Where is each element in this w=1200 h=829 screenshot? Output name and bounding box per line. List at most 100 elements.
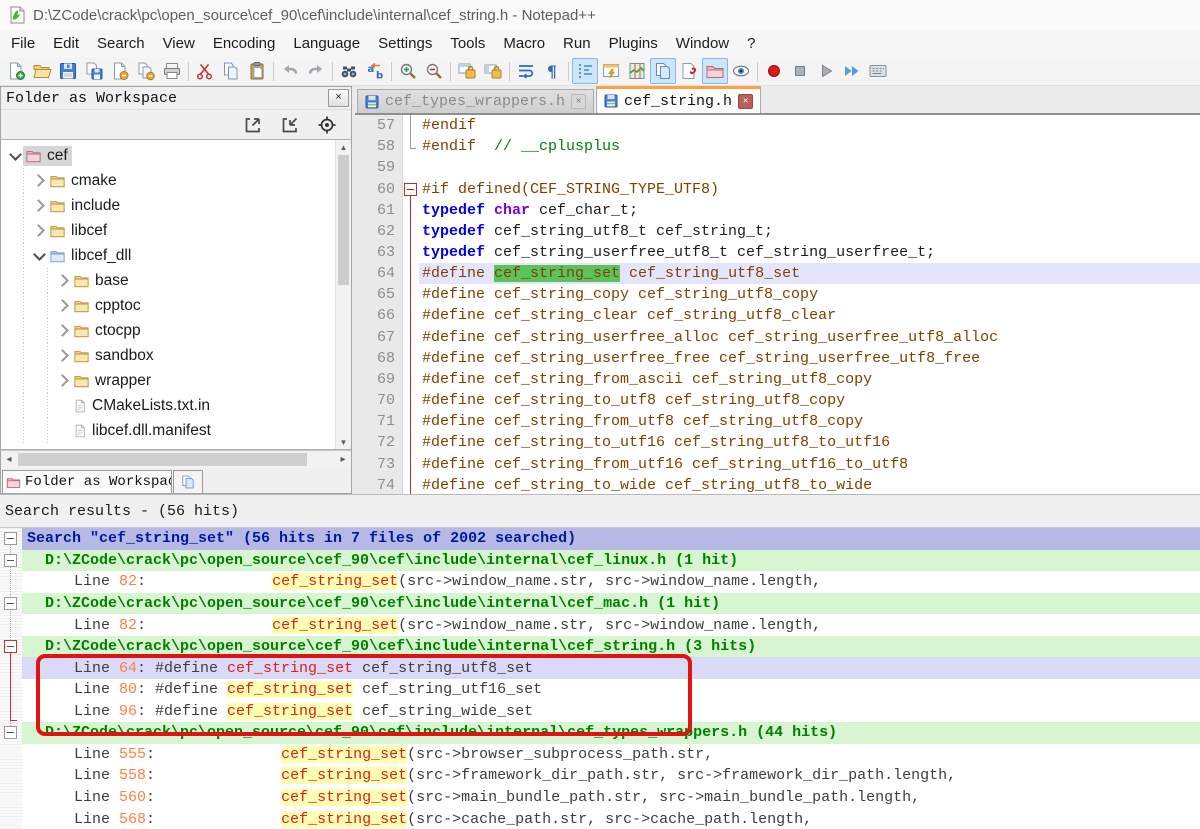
chevron-right-icon[interactable] — [31, 223, 47, 239]
document-switcher-tab[interactable] — [173, 470, 203, 493]
search-hit-row-line-555[interactable]: Line 555: cef_string_set (src->browser_su… — [0, 744, 1200, 766]
code-line-59[interactable]: 59 — [355, 157, 1200, 179]
collapse-all-button[interactable] — [280, 115, 300, 135]
code-line-61[interactable]: 61 typedef char cef_char_t; — [355, 199, 1200, 221]
fold-collapse-icon[interactable] — [4, 726, 17, 740]
run-script-button[interactable] — [676, 58, 702, 84]
tree-item-cmake[interactable]: cmake — [1, 168, 351, 193]
tree-item-cmakelists-txt-in[interactable]: CMakeLists.txt.in — [1, 393, 351, 418]
code-line-72[interactable]: 72 #define cef_string_to_utf16 cef_string… — [355, 432, 1200, 454]
print-button[interactable] — [159, 58, 185, 84]
code-view[interactable]: 57 #endif 58 #endif // __cplusplus 59 60 #if d… — [355, 115, 1200, 494]
tree-item-cpptoc[interactable]: cpptoc — [1, 293, 351, 318]
macro-run-multiple-button[interactable] — [839, 58, 865, 84]
search-hit-row-line-64[interactable]: Line 64: #define cef_string_set cef_stri… — [0, 657, 1200, 679]
show-all-characters-button[interactable]: ¶ — [539, 58, 565, 84]
tree-item-libcef-dll-manifest[interactable]: libcef.dll.manifest — [1, 418, 351, 443]
tree-item-ctocpp[interactable]: ctocpp — [1, 318, 351, 343]
tree-item-libcef[interactable]: libcef — [1, 218, 351, 243]
locate-file-button[interactable] — [317, 115, 337, 135]
chevron-right-icon[interactable] — [31, 198, 47, 214]
tree-horizontal-scrollbar[interactable]: ◂ ▸ — [1, 450, 351, 468]
code-line-64[interactable]: 64 #define cef_string_set cef_string_utf8… — [355, 263, 1200, 285]
menu-item-file[interactable]: File — [2, 32, 44, 55]
tree-item-sandbox[interactable]: sandbox — [1, 343, 351, 368]
scrollbar-thumb[interactable] — [18, 453, 307, 466]
menu-item-window[interactable]: Window — [667, 32, 738, 55]
code-line-74[interactable]: 74 #define cef_string_to_wide cef_string_… — [355, 474, 1200, 494]
close-all-button[interactable] — [133, 58, 159, 84]
code-line-60[interactable]: 60 #if defined(CEF_STRING_TYPE_UTF8) — [355, 178, 1200, 200]
zoom-in-button[interactable] — [395, 58, 421, 84]
tree-item-libcef-dll[interactable]: libcef_dll — [1, 243, 351, 268]
fold-collapse-icon[interactable] — [4, 532, 17, 545]
code-line-73[interactable]: 73 #define cef_string_from_utf16 cef_stri… — [355, 453, 1200, 475]
chevron-right-icon[interactable] — [55, 323, 71, 339]
cut-button[interactable] — [192, 58, 218, 84]
chevron-down-icon[interactable] — [7, 147, 23, 164]
code-line-62[interactable]: 62 typedef cef_string_utf8_t cef_string_t… — [355, 220, 1200, 243]
find-button[interactable] — [336, 58, 362, 84]
redo-button[interactable] — [303, 58, 329, 84]
tree-item-wrapper[interactable]: wrapper — [1, 368, 351, 393]
search-file-row[interactable]: D:\ZCode\crack\pc\open_source\cef_90\cef… — [0, 722, 1200, 744]
tab-close-icon[interactable]: ✕ — [738, 93, 754, 109]
copy-button[interactable] — [218, 58, 244, 84]
fold-collapse-icon[interactable] — [4, 553, 17, 567]
tab-close-icon[interactable]: ✕ — [571, 94, 587, 109]
sync-vertical-button[interactable] — [454, 58, 480, 84]
document-tab-cef-string-h[interactable]: cef_string.h ✕ — [596, 86, 762, 113]
code-line-70[interactable]: 70 #define cef_string_to_utf8 cef_string_… — [355, 390, 1200, 412]
replace-button[interactable]: ab — [362, 58, 388, 84]
scroll-right-arrow-icon[interactable]: ▸ — [335, 451, 351, 468]
chevron-down-icon[interactable] — [31, 247, 47, 264]
panel-close-button[interactable]: × — [328, 89, 349, 107]
scroll-down-arrow-icon[interactable]: ▼ — [336, 435, 351, 449]
tree-item-cef[interactable]: cef — [1, 143, 351, 168]
undo-button[interactable] — [277, 58, 303, 84]
menu-item-encoding[interactable]: Encoding — [204, 32, 285, 55]
menu-item-settings[interactable]: Settings — [369, 32, 441, 55]
search-file-row[interactable]: D:\ZCode\crack\pc\open_source\cef_90\cef… — [0, 592, 1200, 615]
code-line-57[interactable]: 57 #endif — [355, 115, 1200, 137]
tree-vertical-scrollbar[interactable]: ▲ ▼ — [335, 140, 351, 449]
menu-item-view[interactable]: View — [154, 32, 204, 55]
menu-item-run[interactable]: Run — [554, 32, 600, 55]
code-line-69[interactable]: 69 #define cef_string_from_ascii cef_stri… — [355, 368, 1200, 391]
search-hit-row-line-80[interactable]: Line 80: #define cef_string_set cef_stri… — [0, 679, 1200, 701]
macro-stop-button[interactable] — [787, 58, 813, 84]
folder-as-workspace-button[interactable] — [702, 58, 728, 84]
macro-save-button[interactable] — [865, 58, 891, 84]
search-fold-margin[interactable] — [0, 528, 22, 829]
save-file-button[interactable] — [55, 58, 81, 84]
macro-play-button[interactable] — [813, 58, 839, 84]
preview-button[interactable] — [728, 58, 754, 84]
document-switcher-button[interactable] — [650, 58, 676, 84]
search-hit-row-line-558[interactable]: Line 558: cef_string_set (src->framework_… — [0, 765, 1200, 787]
document-map-button[interactable] — [624, 58, 650, 84]
search-file-row[interactable]: D:\ZCode\crack\pc\open_source\cef_90\cef… — [0, 549, 1200, 572]
code-line-65[interactable]: 65 #define cef_string_copy cef_string_utf… — [355, 284, 1200, 306]
search-hit-row-line-560[interactable]: Line 560: cef_string_set (src->main_bundl… — [0, 787, 1200, 809]
expand-all-button[interactable] — [243, 115, 263, 135]
chevron-right-icon[interactable] — [31, 173, 47, 189]
macro-record-button[interactable] — [761, 58, 787, 84]
menu-item-tools[interactable]: Tools — [441, 32, 494, 55]
scrollbar-thumb[interactable] — [338, 155, 349, 285]
document-tab-cef-types-wrappers-h[interactable]: cef_types_wrappers.h ✕ — [357, 89, 595, 113]
tree-item-base[interactable]: base — [1, 268, 351, 293]
chevron-right-icon[interactable] — [55, 298, 71, 314]
code-line-58[interactable]: 58 #endif // __cplusplus — [355, 136, 1200, 158]
chevron-right-icon[interactable] — [55, 348, 71, 364]
close-file-button[interactable] — [107, 58, 133, 84]
search-hit-row-line-96[interactable]: Line 96: #define cef_string_set cef_stri… — [0, 701, 1200, 723]
chevron-right-icon[interactable] — [55, 373, 71, 389]
function-list-button[interactable] — [598, 58, 624, 84]
code-line-63[interactable]: 63 typedef cef_string_userfree_utf8_t cef… — [355, 241, 1200, 264]
new-file-button[interactable] — [3, 58, 29, 84]
fold-collapse-icon[interactable] — [403, 178, 419, 200]
search-result-header-row[interactable]: Search "cef_string_set" (56 hits in 7 fi… — [0, 528, 1200, 550]
save-copy-button[interactable] — [81, 58, 107, 84]
menu-item-?[interactable]: ? — [738, 32, 764, 55]
indent-guide-button[interactable] — [572, 58, 598, 84]
